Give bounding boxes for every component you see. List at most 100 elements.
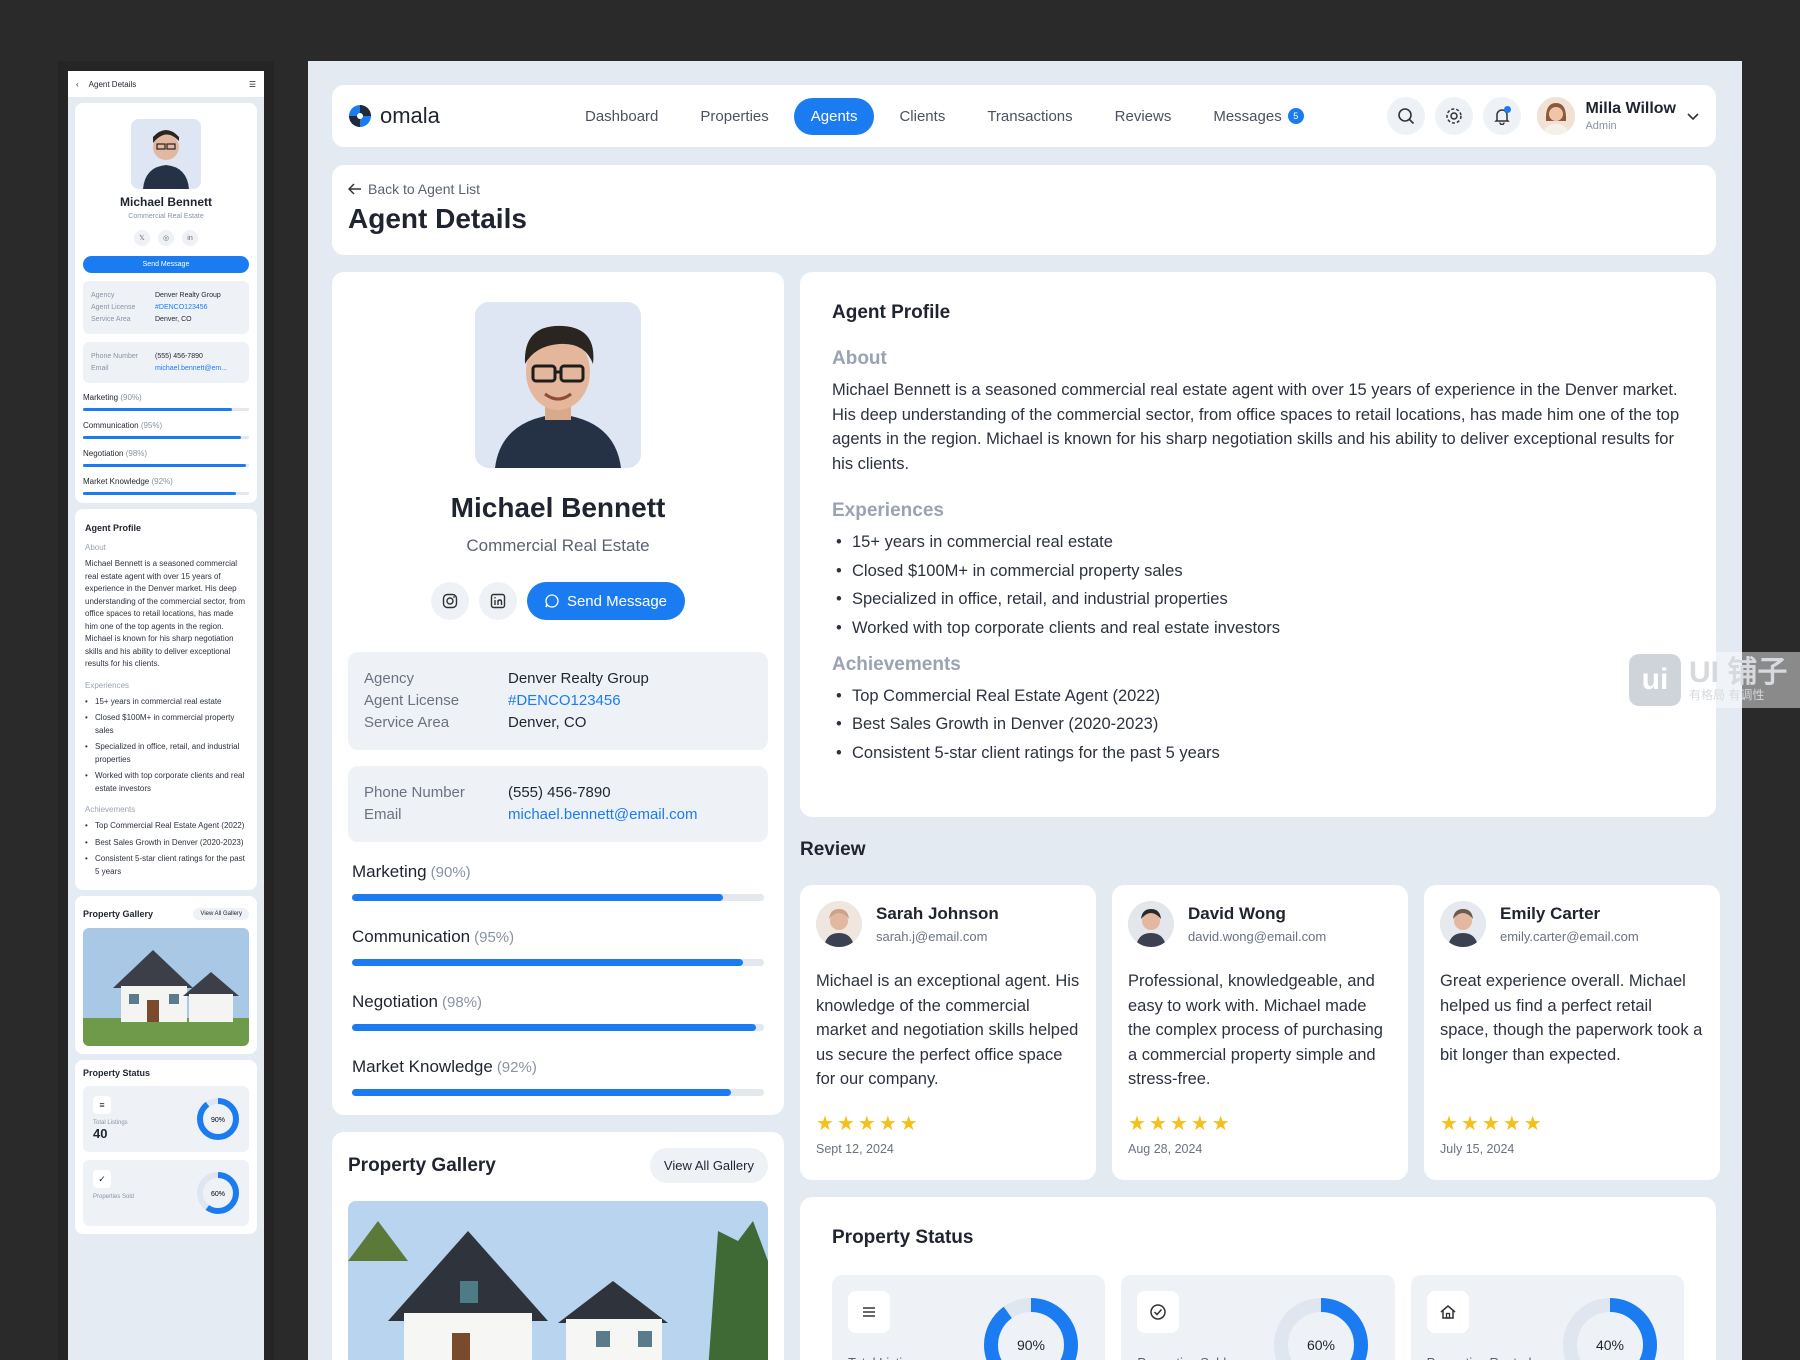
brand-logo[interactable]: omala (348, 103, 548, 129)
review-card: Sarah Johnson sarah.j@email.com Michael is… (800, 885, 1096, 1180)
star-icon: ★ (816, 1113, 834, 1135)
status-title: Property Status (832, 1227, 974, 1248)
profile-title: Agent Profile (832, 302, 951, 323)
agent-role: Commercial Real Estate (466, 536, 650, 555)
mobile-experience-item: 15+ years in commercial real estate (85, 696, 247, 709)
mobile-info-value: Denver, CO (155, 316, 192, 323)
nav-properties[interactable]: Properties (683, 98, 785, 135)
skill-item: Market Knowledge (92%) (352, 1057, 764, 1096)
mobile-stat-card: ≡ Total Listings 40 90% (83, 1086, 249, 1152)
status-donut-chart: 90% (984, 1298, 1079, 1360)
mobile-skill-percent: (92%) (151, 477, 173, 486)
menu-icon[interactable]: ☰ (249, 80, 256, 89)
review-text: Michael is an exceptional agent. His kno… (816, 972, 1080, 1088)
mobile-agent-name: Michael Bennett (119, 195, 212, 209)
reviewer-avatar (816, 901, 862, 947)
mobile-info-label: Email (91, 365, 109, 372)
mobile-skill-fill (83, 464, 246, 467)
status-card: Total Listings90% (832, 1275, 1106, 1360)
mobile-skill-item: Marketing (90%) (83, 393, 249, 411)
view-all-gallery-button[interactable]: View All Gallery (649, 1148, 768, 1183)
mobile-skill-item: Market Knowledge (92%) (83, 477, 249, 495)
experience-item: Specialized in office, retail, and indus… (832, 589, 1684, 609)
mobile-info-value[interactable]: michael.bennett@em... (155, 365, 227, 372)
skill-name: Market Knowledge (352, 1057, 493, 1076)
property-gallery-card: Property Gallery View All Gallery (332, 1132, 784, 1360)
gear-icon (1446, 108, 1463, 124)
mobile-skill-percent: (98%) (125, 449, 148, 458)
mobile-experiences-title: Experiences (85, 680, 130, 690)
user-name: Milla Willow (1585, 100, 1676, 117)
mobile-house-image[interactable] (83, 928, 249, 1046)
mobile-info-value[interactable]: #DENCO123456 (155, 304, 208, 311)
mobile-experiences-list: 15+ years in commercial real estate Close… (85, 696, 247, 796)
back-link[interactable]: Back to Agent List (348, 181, 1700, 197)
mobile-stat-pct: 60% (211, 1191, 225, 1198)
skill-progress-fill (352, 1089, 732, 1096)
nav-messages[interactable]: Messages 5 (1196, 98, 1320, 135)
skill-percent: (92%) (496, 1059, 537, 1076)
review-text: Professional, knowledgeable, and easy to… (1128, 972, 1383, 1088)
nav-reviews[interactable]: Reviews (1098, 98, 1189, 135)
watermark-line2: 有格局 有调性 (1689, 688, 1765, 702)
mobile-view-all-gallery-button[interactable]: View All Gallery (193, 908, 249, 920)
back-link-label: Back to Agent List (368, 181, 481, 197)
notifications-button[interactable] (1483, 97, 1522, 135)
mobile-achievements-list: Top Commercial Real Estate Agent (2022) B… (85, 820, 247, 878)
agent-profile-card: Agent Profile About Michael Bennett is a… (800, 272, 1716, 817)
nav-transactions[interactable]: Transactions (970, 98, 1089, 135)
nav-links: Dashboard Properties Agents Clients Tran… (568, 97, 1321, 135)
linkedin-icon[interactable]: in (182, 230, 198, 246)
skill-progress-bar (352, 959, 764, 966)
mobile-stat-pct: 90% (211, 1117, 225, 1124)
search-button[interactable] (1387, 97, 1426, 135)
instagram-button[interactable] (430, 582, 469, 620)
brand-name: omala (380, 103, 440, 128)
review-stars: ★ ★ ★ ★ ★ (816, 1111, 1080, 1136)
star-icon: ★ (857, 1113, 876, 1135)
skills-list: Marketing (90%) Communication (95%) Negotiat… (348, 862, 768, 1096)
nav-agents[interactable]: Agents (793, 97, 875, 135)
skill-item: Communication (95%) (352, 927, 764, 966)
mobile-achievement-item: Best Sales Growth in Denver (2020-2023) (85, 837, 247, 850)
review-date: July 15, 2024 (1440, 1142, 1515, 1156)
user-menu[interactable]: Milla Willow Admin (1537, 97, 1700, 135)
mobile-agent-card: Michael Bennett Commercial Real Estate 𝕏… (75, 103, 257, 503)
phone-value: (555) 456-7890 (508, 784, 611, 801)
nav-messages-label: Messages (1213, 107, 1282, 125)
agent-name: Michael Bennett (450, 492, 666, 523)
linkedin-button[interactable] (478, 582, 517, 620)
mobile-profile-card: Agent Profile About Michael Bennett is a… (75, 509, 257, 890)
mobile-agent-photo (131, 119, 201, 189)
agent-contact-box: Phone Number (555) 456-7890 Email michael.… (348, 766, 768, 842)
review-card: David Wong david.wong@email.com Profession… (1112, 885, 1408, 1180)
instagram-icon (442, 593, 458, 609)
status-percent: 40% (1596, 1337, 1624, 1353)
x-icon[interactable]: 𝕏 (134, 230, 150, 246)
mobile-screen: ‹ Agent Details ☰ Michael Bennett Commer… (68, 71, 264, 1360)
arrow-left-icon (348, 183, 361, 195)
license-value[interactable]: #DENCO123456 (508, 693, 621, 708)
send-message-button[interactable]: Send Message (526, 582, 686, 620)
send-message-label: Send Message (566, 592, 668, 610)
mobile-achievement-item: Consistent 5-star client ratings for the… (85, 853, 247, 878)
nav-dashboard[interactable]: Dashboard (568, 98, 675, 135)
instagram-icon[interactable]: ◎ (158, 230, 174, 246)
mobile-experience-item: Worked with top corporate clients and re… (85, 770, 247, 795)
search-icon (1398, 108, 1415, 125)
agent-photo (475, 302, 641, 468)
nav-clients[interactable]: Clients (882, 98, 962, 135)
service-area-label: Service Area (364, 714, 450, 731)
reviewer-avatar (1128, 901, 1174, 947)
settings-button[interactable] (1435, 97, 1474, 135)
phone-label: Phone Number (364, 784, 465, 801)
home-icon (1426, 1291, 1469, 1333)
mobile-skill-percent: (90%) (120, 393, 142, 402)
mobile-info-label: Service Area (91, 316, 131, 323)
mobile-send-message-button[interactable]: Send Message (83, 256, 249, 273)
email-value[interactable]: michael.bennett@email.com (508, 807, 697, 822)
achievement-item: Top Commercial Real Estate Agent (2022) (832, 686, 1684, 706)
property-image[interactable] (348, 1201, 768, 1360)
skill-label: Negotiation (98%) (352, 992, 764, 1012)
back-chevron-icon[interactable]: ‹ (76, 80, 79, 89)
